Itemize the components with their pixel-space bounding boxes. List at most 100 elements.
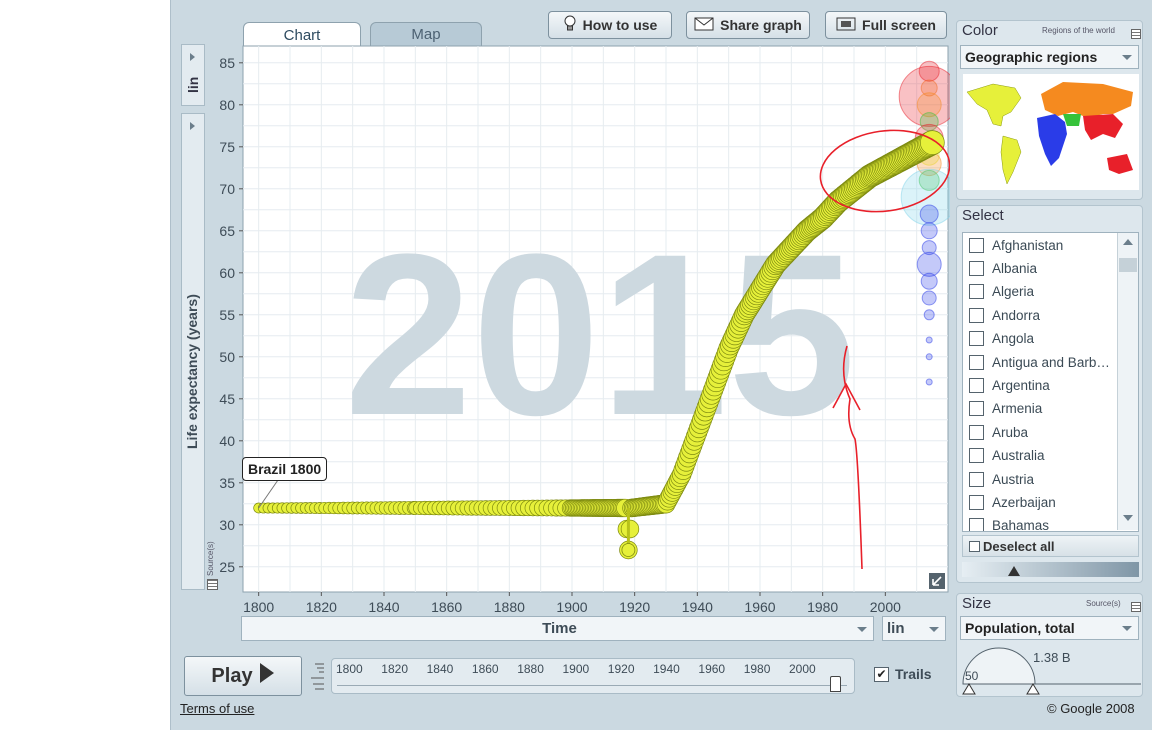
play-label: Play [211,664,253,687]
share-graph-button[interactable]: Share graph [686,11,810,39]
country-checkbox[interactable] [969,331,984,347]
speed-icon[interactable] [309,660,325,692]
country-list-item[interactable]: Bahamas [969,516,1049,531]
scroll-thumb[interactable] [1119,258,1137,272]
share-graph-label: Share graph [720,17,802,33]
chevron-down-icon [1122,55,1132,60]
country-checkbox[interactable] [969,471,984,487]
y-tick-label: 70 [219,181,235,197]
country-checkbox[interactable] [969,284,984,300]
x-tick-label: 1800 [243,599,274,615]
select-panel: Select Afghanistan Albania Algeria Andorra A… [956,205,1143,583]
country-label: Albania [992,260,1038,276]
country-label: Afghanistan [992,237,1064,253]
country-label: Aruba [992,424,1029,440]
country-checkbox[interactable] [969,237,984,253]
country-list-item[interactable]: Azerbaijan [969,492,1056,512]
color-panel-subtitle: Regions of the world [1042,26,1115,35]
y-tick-label: 80 [219,97,235,113]
scroll-up-icon[interactable] [1123,239,1133,245]
country-list-item[interactable]: Angola [969,329,1034,349]
list-scrollbar[interactable] [1117,233,1138,530]
trails-checkbox[interactable]: ✔ [874,666,889,682]
timeline-track [337,685,847,686]
country-bubble [920,272,938,290]
opacity-slider[interactable] [962,562,1139,577]
color-panel: Color Regions of the world Geographic re… [956,20,1143,200]
full-screen-button[interactable]: Full screen [825,11,947,39]
country-list-item[interactable]: Algeria [969,282,1034,302]
timeline-tick-label: 1900 [562,662,590,676]
country-bubble [919,204,939,224]
play-icon [259,662,275,690]
y-tick-labels: 25 30 35 40 45 50 55 60 65 70 75 80 85 [219,55,243,575]
chart-plot[interactable]: 2015 25 30 35 40 45 50 55 60 65 70 75 80 85 1800 1820… [170,44,950,624]
size-max-label: 1.38 B [1033,650,1071,665]
full-screen-label: Full screen [862,17,936,33]
play-button[interactable]: Play [184,656,302,696]
country-list-item[interactable]: Antigua and Barb… [969,352,1110,372]
country-checkbox[interactable] [969,448,984,464]
country-checkbox[interactable] [969,377,984,393]
country-checkbox[interactable] [969,518,984,531]
timeline-handle[interactable] [830,676,841,692]
x-scale-select[interactable]: lin [882,616,946,641]
country-label: Angola [992,331,1035,347]
table-icon[interactable] [1131,602,1141,612]
terms-link[interactable]: Terms of use [180,701,254,716]
country-checkbox[interactable] [969,354,984,370]
country-list[interactable]: Afghanistan Albania Algeria Andorra Angola An… [962,232,1139,532]
trail-bubble-1918 [621,543,636,557]
chevron-down-icon [857,626,867,632]
trails-toggle[interactable]: ✔ Trails [868,660,944,688]
country-list-item[interactable]: Andorra [969,305,1040,325]
fullscreen-icon [836,17,856,34]
x-tick-label: 1980 [807,599,838,615]
country-list-item[interactable]: Austria [969,469,1034,489]
country-checkbox[interactable] [969,424,984,440]
x-tick-labels: 1800 1820 1840 1860 1880 1900 1920 1940 1960 1980… [243,592,901,615]
country-bubble [925,353,933,361]
envelope-icon [694,17,714,34]
country-list-item[interactable]: Afghanistan [969,235,1063,255]
x-tick-label: 2000 [870,599,901,615]
color-panel-title: Color [962,22,998,39]
country-list-item[interactable]: Argentina [969,375,1050,395]
country-list-item[interactable]: Aruba [969,422,1028,442]
country-label: Australia [992,448,1045,464]
world-map-legend[interactable] [963,74,1139,190]
x-indicator-select[interactable]: Time [241,616,874,641]
country-checkbox[interactable] [969,494,984,510]
y-tick-label: 85 [219,55,235,71]
how-to-use-button[interactable]: How to use [548,11,672,39]
color-select[interactable]: Geographic regions [960,45,1139,69]
size-min-label: 50 [965,669,979,683]
size-select[interactable]: Population, total [960,616,1139,640]
country-label: Andorra [992,307,1041,323]
country-list-item[interactable]: Australia [969,446,1045,466]
scroll-down-icon[interactable] [1123,515,1133,521]
y-tick-label: 50 [219,349,235,365]
opacity-handle[interactable] [1008,566,1020,576]
country-checkbox[interactable] [969,260,984,276]
y-tick-label: 60 [219,265,235,281]
bubble-label[interactable]: Brazil 1800 [242,457,328,481]
x-scale-label: lin [887,620,905,637]
country-list-item[interactable]: Armenia [969,399,1042,419]
country-list-item[interactable]: Albania [969,258,1037,278]
timeline-tick-label: 1980 [743,662,771,676]
chevron-down-icon [929,626,939,632]
deselect-all-button[interactable]: Deselect all [962,535,1139,557]
table-icon[interactable] [1131,29,1141,39]
trails-label: Trails [895,666,932,682]
y-tick-label: 35 [219,475,235,491]
chevron-down-icon [1122,626,1132,631]
x-tick-label: 1920 [619,599,650,615]
country-checkbox[interactable] [969,401,984,417]
country-bubble [921,290,937,306]
timeline-slider[interactable]: 1800 1820 1840 1860 1880 1900 1920 1940 1960 1980… [331,658,855,694]
timeline-tick-label: 1960 [698,662,726,676]
size-source-link[interactable]: Source(s) [1086,599,1121,608]
tab-map[interactable]: Map [370,22,482,46]
country-checkbox[interactable] [969,307,984,323]
